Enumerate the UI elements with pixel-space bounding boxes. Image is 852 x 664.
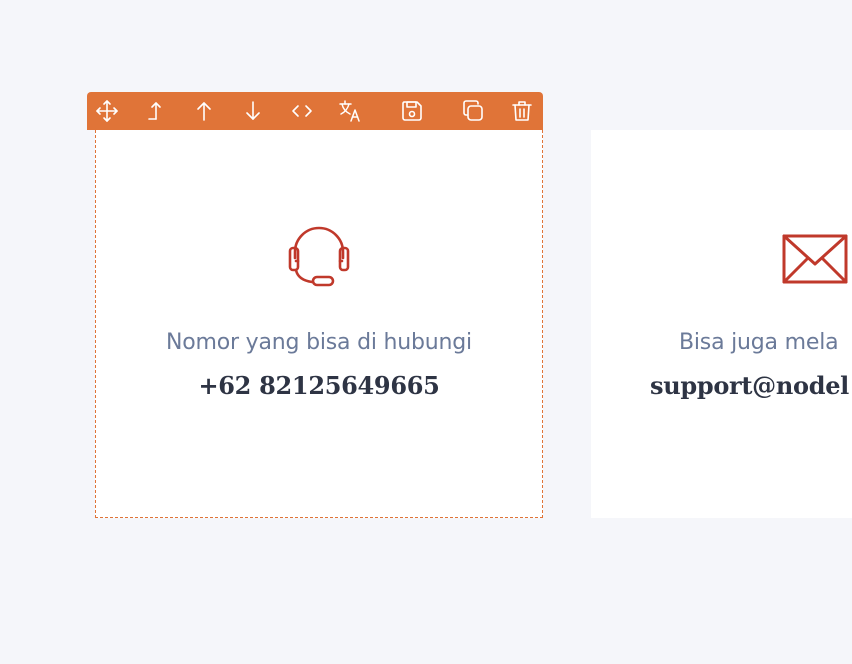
duplicate-button[interactable] (453, 92, 493, 130)
translate-icon (339, 100, 360, 122)
move-button[interactable] (87, 92, 127, 130)
envelope-icon (782, 234, 848, 284)
code-button[interactable] (282, 92, 322, 130)
save-icon (402, 101, 422, 121)
contact-card-email[interactable]: Bisa juga mela support@nodel (591, 130, 852, 518)
phone-number: +62 82125649665 (198, 371, 440, 400)
delete-button[interactable] (502, 92, 542, 130)
save-button[interactable] (392, 92, 432, 130)
translate-button[interactable] (330, 92, 370, 130)
contact-label: Nomor yang bisa di hubungi (166, 330, 472, 355)
move-up-icon (197, 102, 211, 121)
element-toolbar (87, 92, 543, 130)
delete-icon (512, 101, 532, 121)
move-up-button[interactable] (184, 92, 224, 130)
contact-label: Bisa juga mela (679, 330, 839, 355)
move-icon (96, 100, 118, 122)
code-icon (292, 105, 312, 117)
select-parent-button[interactable] (135, 92, 175, 130)
select-parent-icon (148, 102, 161, 120)
contact-card-phone[interactable]: Nomor yang bisa di hubungi +62 821256496… (95, 130, 543, 518)
move-down-button[interactable] (233, 92, 273, 130)
headset-icon (288, 226, 350, 287)
move-down-icon (246, 101, 260, 120)
duplicate-icon (463, 100, 483, 121)
email-address: support@nodel (650, 371, 849, 400)
